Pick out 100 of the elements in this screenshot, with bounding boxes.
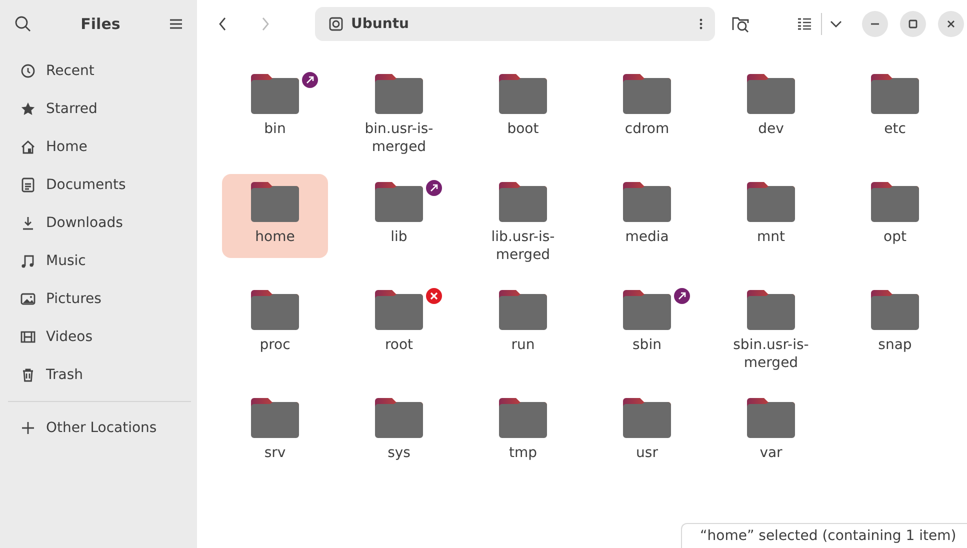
folder-name: media [625,228,669,246]
folder-name: sys [388,444,410,462]
link-emblem-icon [426,180,442,196]
sidebar-item[interactable]: Trash [0,356,197,394]
folder-name: var [760,444,782,462]
sidebar-item[interactable]: Videos [0,318,197,356]
folder-name: boot [507,120,539,138]
folder-name: dev [758,120,784,138]
folder-icon [249,288,301,332]
folder-icon [497,288,549,332]
maximize-button[interactable] [900,11,926,37]
folder-icon [745,72,797,116]
folder-icon [497,180,549,224]
folder-icon [249,180,301,224]
folder-item[interactable]: run [470,282,576,366]
menu-button[interactable] [168,17,183,31]
folder-item[interactable]: lib [346,174,452,258]
folder-item[interactable]: dev [718,66,824,150]
minimize-icon [871,23,879,25]
folder-icon [621,180,673,224]
search-button[interactable] [14,15,32,33]
folder-item[interactable]: srv [222,390,328,474]
folder-name: root [384,336,414,354]
folder-name: run [511,336,535,354]
folder-name: lib.usr-is-merged [490,228,556,264]
folder-item[interactable]: etc [842,66,948,150]
document-icon [20,177,36,193]
view-options-button[interactable] [830,20,842,28]
folder-name: etc [884,120,906,138]
folder-item[interactable]: root [346,282,452,366]
folder-icon [869,72,921,116]
folder-item[interactable]: mnt [718,174,824,258]
folder-item[interactable]: media [594,174,700,258]
link-emblem-icon [302,72,318,88]
folder-item[interactable]: cdrom [594,66,700,150]
folder-item[interactable]: usr [594,390,700,474]
sidebar-item[interactable]: Documents [0,166,197,204]
sidebar-item[interactable]: Music [0,242,197,280]
folder-item[interactable]: sys [346,390,452,474]
folder-icon [621,72,673,116]
folder-icon [373,72,425,116]
folder-name: opt [884,228,906,246]
status-text: “home” selected (containing 1 item) [681,523,967,548]
folder-item[interactable]: proc [222,282,328,366]
location-label: Ubuntu [351,14,410,34]
folder-search-icon [731,15,751,33]
view-button[interactable] [797,18,811,30]
folder-name: tmp [508,444,537,462]
folder-item[interactable]: var [718,390,824,474]
app-title: Files [80,14,120,35]
search-folder-button[interactable] [731,15,751,33]
folder-name: usr [636,444,658,462]
sidebar-item[interactable]: Starred [0,90,197,128]
clock-icon [20,63,36,79]
folder-name: home [255,228,295,246]
sidebar-item[interactable]: Downloads [0,204,197,242]
folder-name: srv [264,444,286,462]
unreadable-emblem-icon [426,288,442,304]
sidebar-item[interactable]: Pictures [0,280,197,318]
drive-icon [329,17,343,31]
back-icon [217,16,227,32]
folder-name: mnt [757,228,785,246]
more-button[interactable] [699,17,703,31]
folder-icon [745,180,797,224]
folder-name: snap [878,336,912,354]
folder-item[interactable]: tmp [470,390,576,474]
folder-name: sbin [632,336,662,354]
folder-item[interactable]: home [222,174,328,258]
folder-name: bin.usr-is-merged [364,120,434,156]
folder-icon [869,180,921,224]
folder-name: cdrom [624,120,670,138]
picture-icon [20,291,36,307]
more-icon [699,17,703,31]
sidebar-item[interactable]: Home [0,128,197,166]
folder-icon [497,396,549,440]
home-icon [20,139,36,155]
close-icon [945,18,957,30]
folder-item[interactable]: sbin [594,282,700,366]
search-icon [14,15,32,33]
star-icon [20,101,36,117]
folder-icon [497,72,549,116]
sidebar-item[interactable]: Other Locations [0,409,197,447]
list-view-icon [797,18,811,30]
folder-item[interactable]: opt [842,174,948,258]
sidebar-item[interactable]: Recent [0,52,197,90]
link-emblem-icon [674,288,690,304]
folder-item[interactable]: boot [470,66,576,150]
folder-item[interactable]: bin [222,66,328,150]
folder-icon [373,288,425,332]
folder-icon [745,396,797,440]
folder-item[interactable]: snap [842,282,948,366]
music-note-icon [20,253,36,269]
close-button[interactable] [938,11,964,37]
path-bar[interactable]: Ubuntu [315,7,715,41]
forward-icon [261,16,271,32]
folder-icon [373,180,425,224]
plus-icon [20,420,36,436]
menu-icon [168,17,183,31]
download-icon [20,215,36,231]
folder-icon [869,288,921,332]
